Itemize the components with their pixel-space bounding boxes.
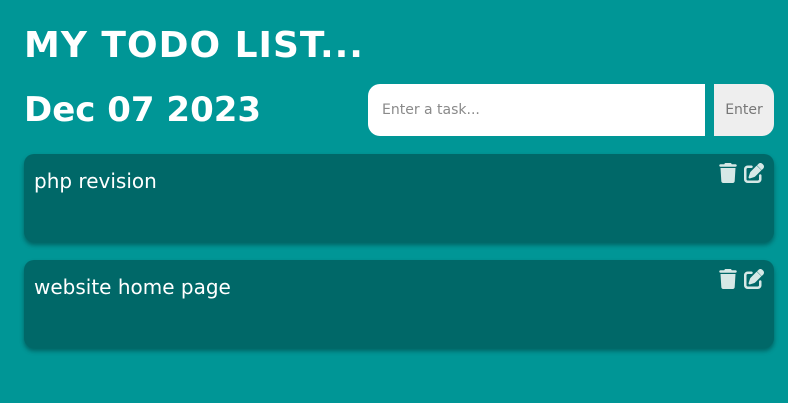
task-actions (718, 269, 764, 289)
task-card: website home page (24, 260, 774, 348)
task-input[interactable] (368, 84, 705, 136)
trash-icon[interactable] (718, 269, 738, 289)
task-actions (718, 163, 764, 183)
task-text: website home page (34, 275, 231, 299)
trash-icon[interactable] (718, 163, 738, 183)
edit-icon[interactable] (744, 269, 764, 289)
edit-icon[interactable] (744, 163, 764, 183)
task-text: php revision (34, 169, 157, 193)
enter-button[interactable]: Enter (714, 84, 774, 136)
task-card: php revision (24, 154, 774, 242)
task-list: php revision website home page (24, 154, 774, 366)
current-date: Dec 07 2023 (24, 90, 262, 130)
page-title: MY TODO LIST... (24, 25, 364, 66)
